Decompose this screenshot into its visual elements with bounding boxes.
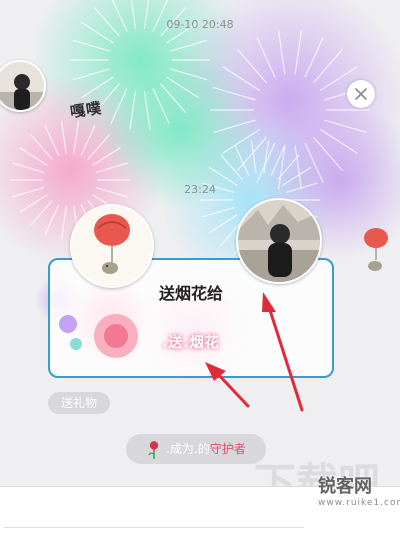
guardian-accent: 守护者 (209, 442, 246, 456)
avatar-receiver[interactable] (236, 198, 322, 284)
watermark-url: www.ruike1.com (318, 498, 400, 508)
send-gift-button[interactable]: 送礼物 (48, 392, 110, 414)
firework-burst-icon (59, 314, 138, 358)
watermark-logo: 锐客网 (318, 476, 372, 497)
avatar-sender[interactable] (70, 204, 154, 288)
close-icon (355, 88, 367, 100)
balloon-sticker (348, 226, 400, 276)
message-input[interactable] (4, 497, 304, 528)
rose-icon (148, 440, 159, 459)
timestamp-mid: 23:24 (184, 183, 216, 196)
card-subtitle: .送.烟花 (162, 335, 220, 351)
close-button[interactable] (347, 80, 375, 108)
handwriting-sticker: 嘎噗 (68, 98, 104, 122)
guardian-prefix: .成为.的 (166, 442, 210, 456)
balloon-icon (364, 228, 388, 271)
become-guardian-button[interactable]: .成为.的守护者 (126, 434, 266, 464)
timestamp-top: 09-10 20:48 (166, 18, 234, 31)
chat-screen: 09-10 20:48 嘎噗 23:24 送烟花给 .送.烟花 送礼物 .成为.… (0, 0, 400, 540)
